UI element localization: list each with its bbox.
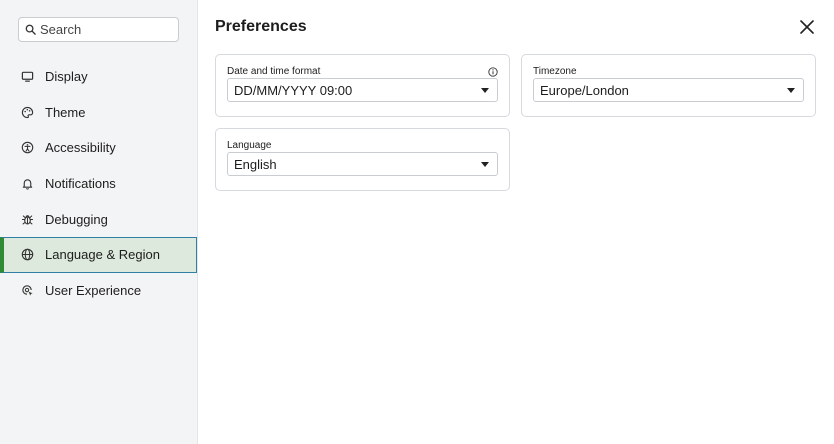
timezone-label: Timezone (533, 66, 577, 77)
chevron-down-icon (481, 88, 489, 93)
search-box[interactable] (18, 17, 179, 42)
sidebar: Display Theme Accessibility Notification… (0, 0, 198, 444)
date-format-select[interactable]: DD/MM/YYYY 09:00 (227, 78, 498, 102)
language-select[interactable]: English (227, 152, 498, 176)
sidebar-item-user-experience[interactable]: User Experience (0, 273, 198, 309)
sidebar-item-display[interactable]: Display (0, 59, 198, 95)
sidebar-item-debugging[interactable]: Debugging (0, 201, 198, 237)
palette-icon (20, 105, 34, 119)
ux-icon (20, 283, 34, 297)
preferences-window: Display Theme Accessibility Notification… (0, 0, 834, 444)
globe-icon (20, 248, 34, 262)
date-format-value: DD/MM/YYYY 09:00 (234, 82, 353, 98)
sidebar-item-accessibility[interactable]: Accessibility (0, 130, 198, 166)
sidebar-item-language-region[interactable]: Language & Region (0, 236, 197, 273)
timezone-select[interactable]: Europe/London (533, 78, 804, 102)
bell-icon (20, 177, 34, 191)
language-card: Language English (215, 128, 510, 191)
sidebar-item-label: User Experience (45, 282, 142, 298)
search-icon (25, 24, 36, 35)
sidebar-item-theme[interactable]: Theme (0, 95, 198, 131)
preferences-panel: Preferences Date and time format DD/MM/Y… (198, 0, 834, 444)
sidebar-item-label: Theme (45, 104, 86, 120)
info-icon[interactable] (488, 67, 498, 77)
timezone-value: Europe/London (540, 82, 629, 98)
sidebar-item-label: Language & Region (45, 247, 160, 263)
sidebar-item-label: Display (45, 69, 88, 85)
close-icon[interactable] (798, 18, 816, 36)
date-format-label: Date and time format (227, 66, 321, 77)
sidebar-item-notifications[interactable]: Notifications (0, 166, 198, 202)
bug-icon (20, 212, 34, 226)
language-value: English (234, 156, 277, 172)
date-format-card: Date and time format DD/MM/YYYY 09:00 (215, 54, 510, 117)
sidebar-item-label: Debugging (45, 211, 108, 227)
page-title: Preferences (215, 18, 307, 35)
chevron-down-icon (787, 88, 795, 93)
sidebar-item-label: Accessibility (45, 140, 116, 156)
chevron-down-icon (481, 162, 489, 167)
language-label: Language (227, 140, 272, 151)
accessibility-icon (20, 141, 34, 155)
search-input[interactable] (40, 22, 170, 37)
sidebar-nav: Display Theme Accessibility Notification… (0, 59, 198, 308)
monitor-icon (20, 70, 34, 84)
sidebar-item-label: Notifications (45, 176, 116, 192)
timezone-card: Timezone Europe/London (521, 54, 816, 117)
